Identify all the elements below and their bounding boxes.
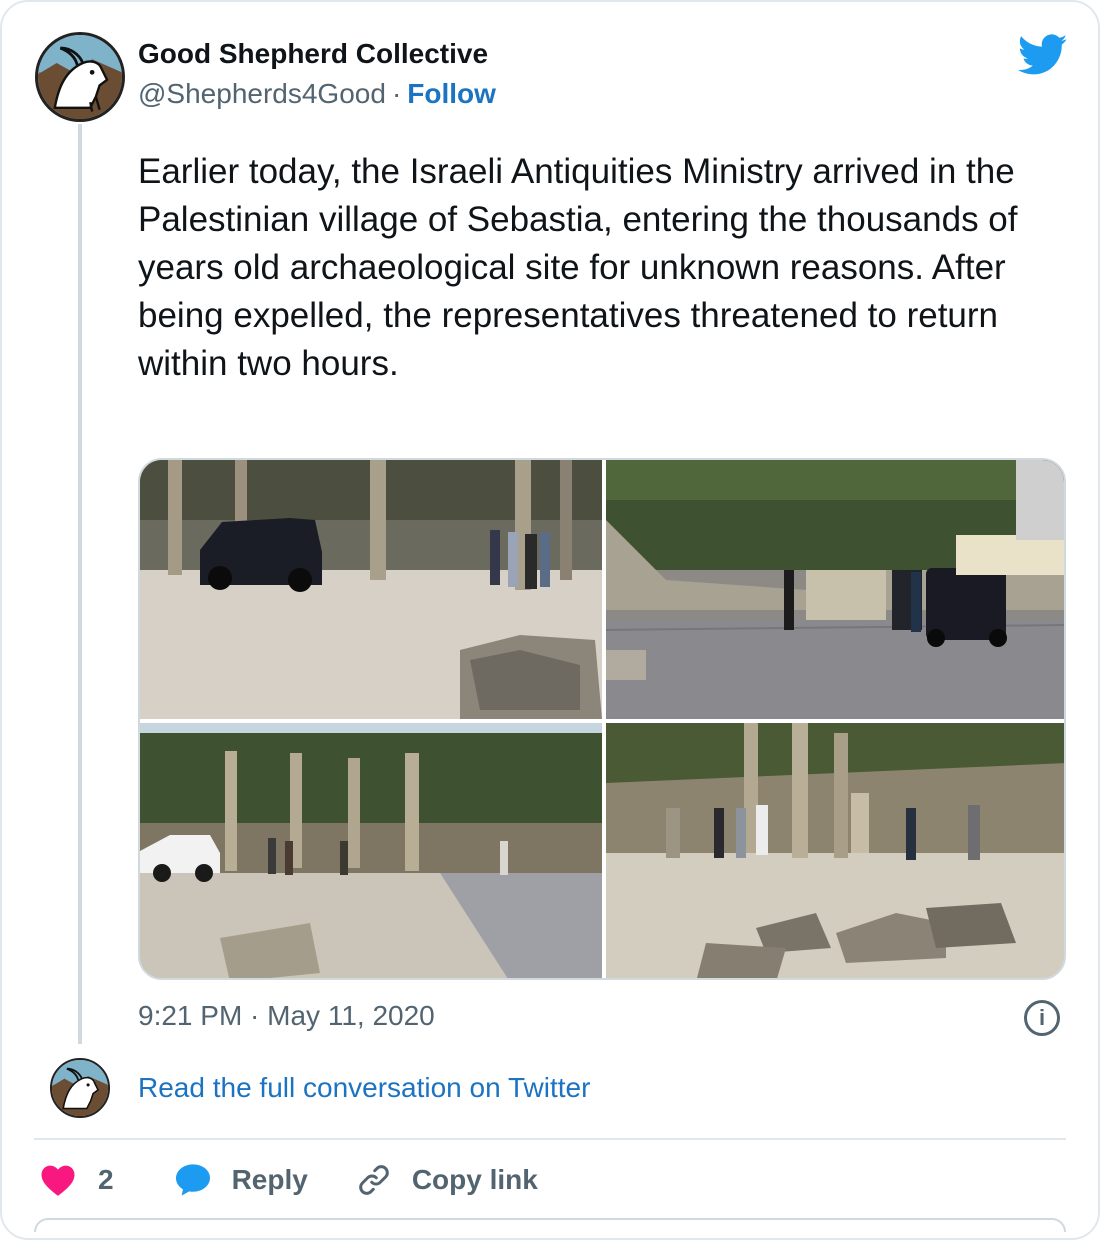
- author-handle[interactable]: @Shepherds4Good: [138, 78, 386, 109]
- tweet-text: Earlier today, the Israeli Antiquities M…: [138, 152, 1018, 383]
- photo-van-on-walkway-image: [606, 460, 1064, 719]
- photo-van-on-walkway[interactable]: [606, 460, 1064, 719]
- photo-van-in-plaza[interactable]: [140, 460, 602, 719]
- heart-icon: [41, 1165, 75, 1196]
- media-grid: [138, 458, 1066, 980]
- photo-ruins-with-people-image: [606, 723, 1064, 978]
- action-bar: 2 Reply Copy link: [40, 1158, 538, 1202]
- info-icon[interactable]: i: [1024, 1000, 1060, 1036]
- follow-button[interactable]: Follow: [407, 78, 496, 109]
- thread-line: [78, 124, 82, 1044]
- author-name[interactable]: Good Shepherd Collective: [138, 38, 488, 70]
- copy-link-label: Copy link: [411, 1164, 538, 1195]
- actions-divider: [34, 1138, 1066, 1140]
- reply-bubble-icon: [175, 1164, 210, 1196]
- like-count: 2: [98, 1164, 114, 1195]
- author-handle-row: @Shepherds4Good · Follow: [138, 78, 496, 110]
- goat-logo-icon: [52, 1060, 108, 1116]
- tweet-timestamp[interactable]: 9:21 PM · May 11, 2020: [138, 1000, 435, 1032]
- separator-dot: ·: [391, 78, 402, 109]
- read-replies-button-edge[interactable]: [34, 1218, 1066, 1232]
- reply-label: Reply: [231, 1164, 308, 1195]
- conversation-avatar[interactable]: [50, 1058, 110, 1118]
- read-conversation-link[interactable]: Read the full conversation on Twitter: [138, 1072, 590, 1104]
- photo-columns-with-car-image: [140, 723, 602, 978]
- copy-link-button[interactable]: Copy link: [356, 1162, 538, 1198]
- reply-button[interactable]: Reply: [174, 1163, 356, 1197]
- twitter-bird-icon[interactable]: [1018, 34, 1068, 76]
- photo-van-in-plaza-image: [140, 460, 602, 719]
- photo-columns-with-car[interactable]: [140, 723, 602, 978]
- goat-logo-icon: [38, 35, 122, 119]
- photo-ruins-with-people[interactable]: [606, 723, 1064, 978]
- link-icon: [359, 1165, 389, 1195]
- like-button[interactable]: 2: [40, 1163, 174, 1197]
- author-avatar[interactable]: [35, 32, 125, 122]
